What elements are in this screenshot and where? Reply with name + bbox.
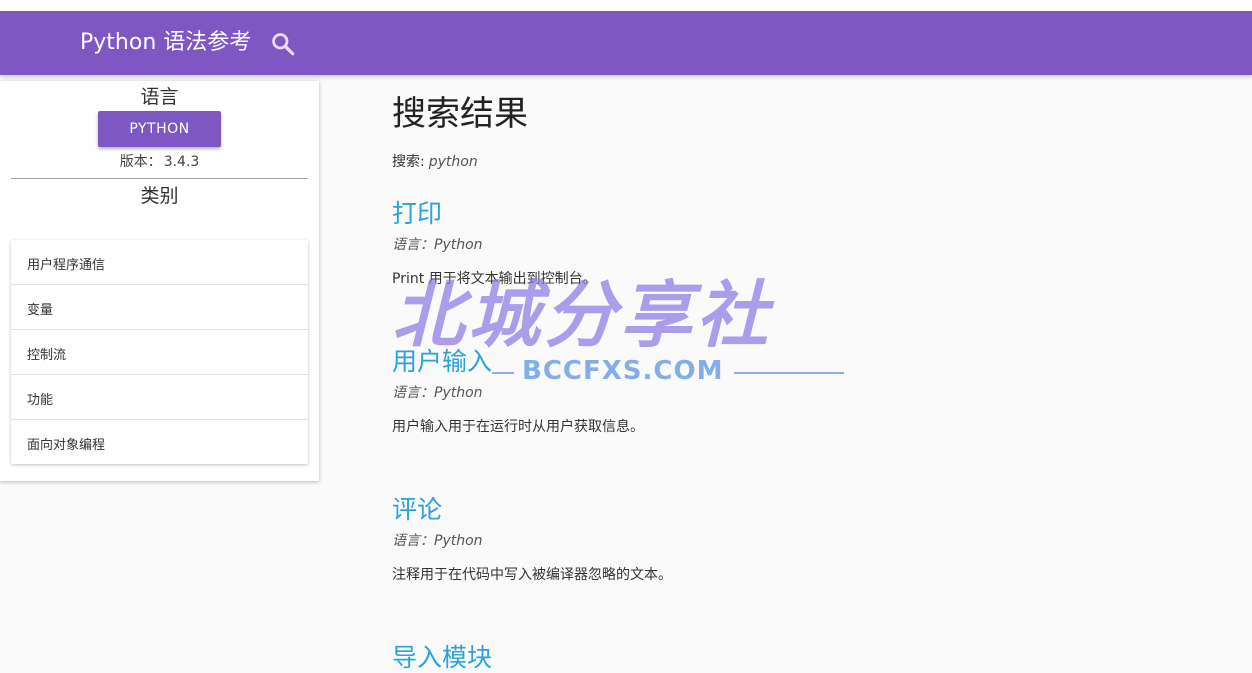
category-item-control-flow[interactable]: 控制流 [11, 329, 308, 374]
search-query: python [428, 154, 478, 170]
language-heading: 语言 [140, 86, 179, 108]
result-item: 用户输入 语言：Python 用户输入用于在运行时从用户获取信息。 [392, 347, 1232, 435]
version-value: 3.4.3 [163, 154, 200, 170]
result-language: 语言：Python [392, 385, 483, 401]
result-item: 导入模块 [392, 643, 1232, 673]
page-title: 搜索结果 [392, 94, 528, 134]
language-button[interactable]: PYTHON [98, 111, 221, 147]
sidebar-divider [11, 178, 308, 179]
category-item-variables[interactable]: 变量 [11, 284, 308, 329]
search-icon[interactable] [270, 31, 296, 57]
result-item: 评论 语言：Python 注释用于在代码中写入被编译器忽略的文本。 [392, 495, 1232, 583]
search-summary: 搜索: python [392, 152, 478, 172]
result-language: 语言：Python [392, 533, 483, 549]
result-title-link[interactable]: 导入模块 [392, 643, 492, 673]
version-label: 版本： [119, 154, 162, 170]
result-title-link[interactable]: 用户输入 [392, 347, 492, 377]
result-description: 用户输入用于在运行时从用户获取信息。 [392, 419, 644, 435]
version-info: 版本： 3.4.3 [0, 153, 319, 171]
result-item: 打印 语言：Python Print 用于将文本输出到控制台。 [392, 199, 1232, 287]
result-language: 语言：Python [392, 237, 483, 253]
app-header: Python 语法参考 [0, 11, 1252, 75]
result-title-link[interactable]: 打印 [392, 199, 442, 229]
result-description: 注释用于在代码中写入被编译器忽略的文本。 [392, 567, 672, 583]
category-list: 用户程序通信 变量 控制流 功能 面向对象编程 [11, 240, 308, 464]
category-item-user-program-communication[interactable]: 用户程序通信 [11, 240, 308, 284]
result-description: Print 用于将文本输出到控制台。 [392, 271, 597, 287]
result-title-link[interactable]: 评论 [392, 495, 442, 525]
top-strip [0, 0, 1252, 11]
app-title[interactable]: Python 语法参考 [80, 27, 251, 59]
category-item-oop[interactable]: 面向对象编程 [11, 419, 308, 464]
search-label: 搜索: [392, 154, 425, 170]
sidebar: 语言 PYTHON 版本： 3.4.3 类别 用户程序通信 变量 控制流 功能 面… [0, 81, 319, 481]
category-heading: 类别 [140, 185, 179, 207]
category-item-functions[interactable]: 功能 [11, 374, 308, 419]
